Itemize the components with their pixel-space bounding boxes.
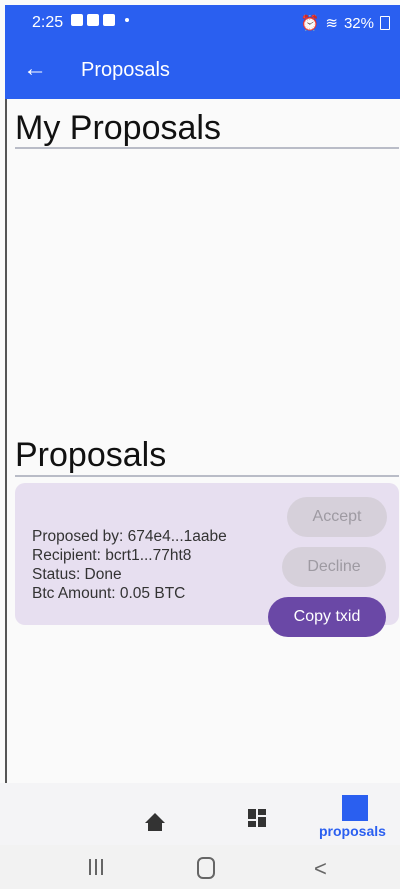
system-home-icon[interactable] xyxy=(197,857,215,879)
app-bar: ← Proposals xyxy=(5,41,400,99)
wifi-icon: ≋ xyxy=(325,15,338,32)
back-arrow-icon[interactable]: ← xyxy=(23,55,47,83)
youtube-icon xyxy=(71,14,83,26)
accept-button[interactable]: Accept xyxy=(287,497,387,537)
system-back-icon[interactable]: < xyxy=(314,856,327,882)
proposals-nav-label[interactable]: proposals xyxy=(319,823,386,839)
system-indicators: ⏰ ≋ 32% xyxy=(301,14,390,32)
battery-icon xyxy=(380,16,390,30)
my-proposals-heading: My Proposals xyxy=(15,109,221,147)
status: Status: Done xyxy=(32,566,122,583)
copy-txid-button[interactable]: Copy txid xyxy=(268,597,386,637)
status-time: 2:25 xyxy=(32,14,64,31)
dash-block xyxy=(258,809,266,815)
btc-amount: Btc Amount: 0.05 BTC xyxy=(32,585,186,602)
home-body xyxy=(148,821,162,831)
proposals-nav-icon[interactable] xyxy=(342,795,368,821)
mail-icon xyxy=(87,14,99,26)
dash-block xyxy=(248,809,256,819)
dash-block xyxy=(258,817,266,827)
recipient: Recipient: bcrt1...77ht8 xyxy=(32,547,192,564)
proposal-details: Proposed by: 674e4...1aabe Recipient: bc… xyxy=(32,527,227,603)
dashboard-icon[interactable] xyxy=(248,809,266,827)
my-proposals-divider xyxy=(15,147,399,149)
dot-icon xyxy=(125,18,129,22)
decline-button[interactable]: Decline xyxy=(282,547,386,587)
proposals-heading: Proposals xyxy=(15,436,167,474)
proposals-divider xyxy=(15,475,399,477)
page-title: Proposals xyxy=(81,59,170,81)
proposal-card: Proposed by: 674e4...1aabe Recipient: bc… xyxy=(15,483,399,637)
recent-apps-icon[interactable] xyxy=(89,859,105,875)
notification-icons xyxy=(71,14,129,26)
status-bar: 2:25 ⏰ ≋ 32% xyxy=(5,5,400,41)
main-content[interactable]: My Proposals Proposals Proposed by: 674e… xyxy=(5,99,400,783)
alarm-icon: ⏰ xyxy=(300,15,320,32)
dash-block xyxy=(248,821,256,827)
bottom-navigation: proposals xyxy=(0,783,400,845)
proposed-by: Proposed by: 674e4...1aabe xyxy=(32,528,227,545)
system-navigation-bar: < xyxy=(0,845,400,889)
app-icon xyxy=(103,14,115,26)
home-icon[interactable] xyxy=(145,813,165,831)
battery-text: 32% xyxy=(343,14,374,32)
